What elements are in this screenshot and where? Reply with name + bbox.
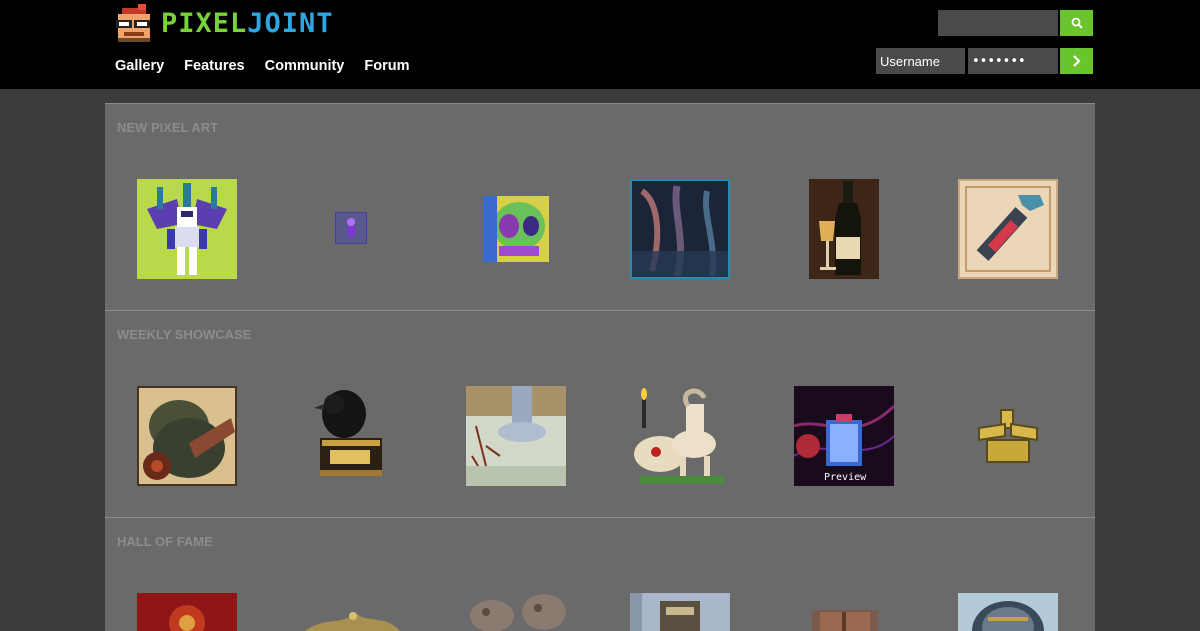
mech-city-art-icon: [630, 593, 730, 631]
artwork-thumbnail[interactable]: [483, 196, 549, 262]
username-field[interactable]: Username: [876, 48, 965, 74]
nav-features[interactable]: Features: [184, 58, 244, 74]
site-header: PIXELJOINT Gallery Features Community Fo…: [0, 0, 1200, 89]
golden-dragon-art-icon: [305, 612, 400, 631]
section-title: HALL OF FAME: [117, 534, 213, 549]
skull-art-icon: [483, 196, 549, 262]
wrench-art-icon: [960, 181, 1056, 277]
crow-treasure-art-icon: [314, 390, 382, 476]
artwork-thumbnail[interactable]: [310, 384, 390, 488]
nav-gallery[interactable]: Gallery: [115, 58, 164, 74]
artwork-thumbnail[interactable]: [809, 179, 879, 279]
logo-part-pixel: PIXEL: [161, 8, 248, 39]
gold-box-art-icon: [978, 409, 1038, 463]
search-input[interactable]: [938, 10, 1058, 36]
section-weekly-showcase: WEEKLY SHOWCASE Preview: [105, 310, 1095, 517]
artwork-thumbnail[interactable]: [812, 610, 878, 631]
helmet-portrait-art-icon: [958, 593, 1058, 631]
logo-part-joint: JOINT: [247, 8, 334, 39]
dark-forest-art-icon: [632, 181, 728, 277]
nav-community[interactable]: Community: [265, 58, 345, 74]
search-button[interactable]: [1060, 10, 1093, 36]
artwork-thumbnail[interactable]: [975, 406, 1041, 468]
artwork-thumbnail[interactable]: [335, 212, 367, 244]
artwork-thumbnail[interactable]: [137, 179, 237, 279]
snow-foot-art-icon: [466, 386, 566, 486]
mascot-face-icon: [116, 4, 150, 42]
preview-label: Preview: [824, 472, 867, 483]
site-logo[interactable]: PIXELJOINT: [110, 4, 333, 44]
artwork-thumbnail[interactable]: [137, 386, 237, 486]
wine-bottle-art-icon: [809, 179, 879, 279]
logo-wordmark: PIXELJOINT: [161, 8, 334, 40]
artwork-thumbnail[interactable]: [466, 386, 566, 486]
section-title: WEEKLY SHOWCASE: [117, 327, 252, 342]
artwork-thumbnail[interactable]: [466, 590, 570, 631]
nav-forum[interactable]: Forum: [364, 58, 409, 74]
lion-statues-art-icon: [470, 594, 566, 631]
artwork-thumbnail[interactable]: [305, 606, 400, 631]
tiny-character-art-icon: [347, 218, 355, 237]
artwork-thumbnail[interactable]: [137, 593, 237, 631]
password-field[interactable]: •••••••: [968, 48, 1058, 74]
section-title: NEW PIXEL ART: [117, 120, 219, 135]
artwork-thumbnail[interactable]: [630, 384, 730, 488]
login-submit-button[interactable]: [1060, 48, 1093, 74]
glowing-cube-art-icon: [794, 386, 894, 486]
main-nav: Gallery Features Community Forum: [115, 58, 409, 74]
wooden-door-art-icon: [812, 610, 878, 631]
artwork-thumbnail[interactable]: [630, 179, 730, 279]
artwork-thumbnail[interactable]: Preview: [794, 386, 894, 486]
chevron-right-icon: [1072, 55, 1081, 67]
armored-knight-art-icon: [139, 388, 235, 484]
artwork-thumbnail[interactable]: [958, 179, 1058, 279]
artwork-thumbnail[interactable]: [958, 593, 1058, 631]
search-icon: [1071, 17, 1083, 29]
artwork-thumbnail[interactable]: [630, 593, 730, 631]
section-hall-of-fame: HALL OF FAME: [105, 517, 1095, 631]
goat-candle-art-icon: [634, 388, 724, 484]
section-new-pixel-art: NEW PIXEL ART: [105, 103, 1095, 310]
red-creature-art-icon: [137, 593, 237, 631]
mecha-robot-art-icon: [147, 183, 227, 275]
